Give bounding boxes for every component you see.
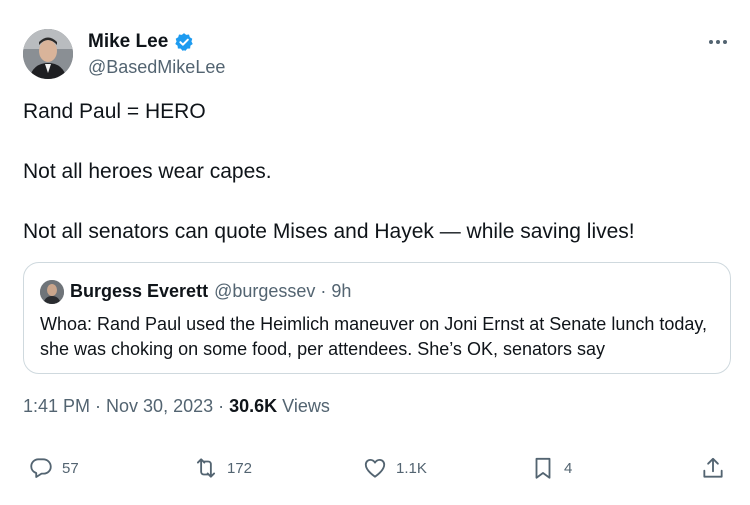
views-label: Views	[282, 396, 330, 416]
views-count: 30.6K	[229, 396, 278, 416]
bookmark-count: 4	[564, 459, 573, 477]
timestamp[interactable]: 1:41 PM · Nov 30, 2023 ·	[23, 396, 224, 417]
quoted-author-name: Burgess Everett	[70, 281, 209, 301]
author-name[interactable]: Mike Lee	[88, 31, 168, 53]
bookmark-button[interactable]: 4	[530, 455, 572, 481]
share-button[interactable]	[700, 455, 726, 481]
quoted-tweet[interactable]: Burgess Everett @burgessev · 9h Whoa: Ra…	[23, 262, 731, 374]
tweet-text-line: Rand Paul = HERO	[23, 100, 206, 123]
verified-icon	[174, 32, 194, 52]
author-name-row: Mike Lee	[88, 31, 194, 53]
reply-count: 57	[62, 459, 79, 477]
quoted-author-meta: @burgessev · 9h	[214, 281, 352, 301]
repost-icon	[196, 458, 216, 478]
like-button[interactable]: 1.1K	[362, 455, 427, 481]
tweet: Mike Lee @BasedMikeLee Rand Paul = HERO …	[0, 0, 750, 505]
quoted-text: Whoa: Rand Paul used the Heimlich maneuv…	[40, 314, 708, 359]
bookmark-icon	[535, 457, 551, 479]
author-avatar[interactable]	[23, 29, 73, 79]
like-icon	[364, 458, 386, 478]
tweet-meta: 1:41 PM · Nov 30, 2023 · 30.6K Views	[23, 396, 330, 417]
repost-button[interactable]: 172	[193, 455, 252, 481]
reply-icon	[30, 458, 52, 478]
repost-count: 172	[227, 459, 253, 477]
quoted-avatar	[40, 280, 64, 304]
share-icon	[703, 457, 723, 478]
tweet-text-line: Not all senators can quote Mises and Hay…	[23, 220, 635, 243]
like-count: 1.1K	[396, 459, 427, 477]
tweet-text-line: Not all heroes wear capes.	[23, 160, 272, 183]
reply-button[interactable]: 57	[28, 455, 79, 481]
author-handle[interactable]: @BasedMikeLee	[88, 57, 225, 78]
more-icon[interactable]	[706, 32, 730, 52]
quoted-header: Burgess Everett @burgessev · 9h	[70, 281, 351, 302]
